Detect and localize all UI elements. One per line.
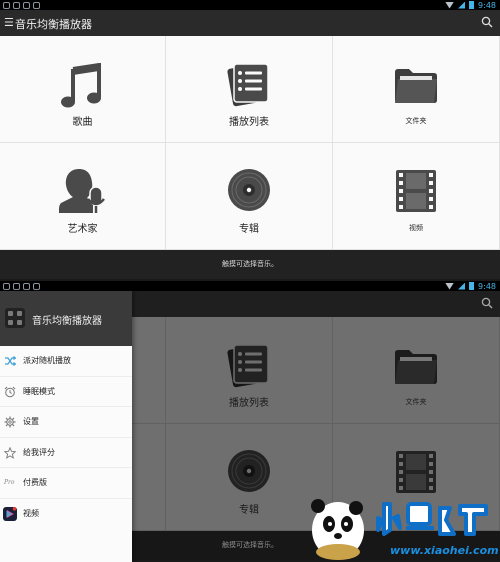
drawer-item-paid-version[interactable]: Pro 付费版 bbox=[0, 468, 132, 499]
signal-icon bbox=[458, 1, 466, 9]
folder-icon bbox=[395, 350, 437, 384]
drawer-item-label: 给我评分 bbox=[23, 447, 55, 457]
library-grid: 歌曲 播放列表 文件夹 艺术家 专辑 视频 bbox=[0, 36, 500, 250]
xiaohei-watermark-logo: www.xiaohei.com bbox=[311, 499, 498, 560]
wifi-icon bbox=[445, 282, 455, 290]
notification-icon bbox=[33, 1, 40, 9]
clock: 9:48 bbox=[478, 281, 496, 291]
tile-playlists[interactable]: 播放列表 bbox=[166, 36, 333, 143]
drawer-item-label: 视频 bbox=[23, 508, 39, 518]
app-bar: ☰ 音乐均衡播放器 bbox=[0, 10, 500, 36]
tile-label: 文件夹 bbox=[405, 398, 427, 406]
tile-songs[interactable]: 歌曲 bbox=[0, 36, 166, 143]
playlist-icon bbox=[227, 63, 269, 107]
video-film-icon bbox=[396, 170, 436, 212]
drawer-item-label: 睡眠模式 bbox=[23, 386, 55, 396]
app-logo-icon bbox=[5, 308, 25, 328]
drawer-item-label: 设置 bbox=[23, 417, 39, 426]
tile-label: 视频 bbox=[409, 224, 423, 232]
drawer-title: 音乐均衡播放器 bbox=[32, 316, 102, 327]
drawer-item-settings[interactable]: 设置 bbox=[0, 407, 132, 438]
tile-label: 播放列表 bbox=[229, 117, 269, 128]
folder-icon bbox=[395, 69, 437, 103]
shuffle-icon bbox=[5, 356, 16, 366]
tile-label: 文件夹 bbox=[405, 117, 427, 125]
drawer-item-video[interactable]: 视频 bbox=[0, 499, 132, 530]
tile-label: 歌曲 bbox=[72, 117, 93, 128]
notification-icon bbox=[23, 282, 30, 290]
artist-icon bbox=[58, 169, 105, 213]
drawer-item-sleep-mode[interactable]: 睡眠模式 bbox=[0, 377, 132, 407]
video-film-icon bbox=[396, 451, 436, 493]
playlist-icon bbox=[227, 344, 269, 388]
tile-playlists[interactable]: 播放列表 bbox=[166, 317, 333, 424]
search-icon[interactable] bbox=[481, 297, 493, 309]
album-disc-icon bbox=[228, 169, 270, 211]
drawer-screen: 9:48 播放列表 文件夹 专辑 触摸可选择音乐。 音乐均衡播放器 派对随机播放… bbox=[0, 281, 500, 562]
navigation-drawer: 音乐均衡播放器 派对随机播放 睡眠模式 设置 给我评分 Pro 付费版 视频 bbox=[0, 291, 132, 562]
notification-icon bbox=[3, 282, 10, 290]
tile-albums[interactable]: 专辑 bbox=[166, 143, 333, 250]
tile-videos[interactable]: 视频 bbox=[333, 143, 500, 250]
status-bar: 9:48 bbox=[0, 0, 500, 10]
search-icon[interactable] bbox=[481, 16, 493, 28]
clock: 9:48 bbox=[478, 0, 496, 10]
notification-icon bbox=[23, 1, 30, 9]
album-disc-icon bbox=[228, 450, 270, 492]
tile-folders[interactable]: 文件夹 bbox=[333, 36, 500, 143]
tile-folders[interactable]: 文件夹 bbox=[333, 317, 500, 424]
tile-label: 播放列表 bbox=[229, 398, 269, 409]
drawer-item-rate-me[interactable]: 给我评分 bbox=[0, 438, 132, 468]
notification-icon bbox=[3, 1, 10, 9]
tile-label: 艺术家 bbox=[67, 224, 98, 235]
notification-icon bbox=[33, 282, 40, 290]
alarm-clock-icon bbox=[4, 386, 16, 397]
watermark-url: www.xiaohei.com bbox=[390, 544, 498, 557]
battery-icon bbox=[469, 1, 475, 9]
menu-icon[interactable]: ☰ bbox=[4, 16, 14, 29]
notification-icon bbox=[13, 1, 20, 9]
wifi-icon bbox=[445, 1, 455, 9]
signal-icon bbox=[458, 282, 466, 290]
hint-bar: 触摸可选择音乐。 bbox=[0, 250, 500, 279]
main-screen: 9:48 ☰ 音乐均衡播放器 歌曲 播放列表 文件夹 艺术家 专辑 视频 触摸可… bbox=[0, 0, 500, 280]
star-icon bbox=[4, 446, 16, 459]
tile-artists[interactable]: 艺术家 bbox=[0, 143, 166, 250]
battery-icon bbox=[469, 282, 475, 290]
app-title: 音乐均衡播放器 bbox=[15, 18, 92, 31]
notification-icon bbox=[13, 282, 20, 290]
gear-icon bbox=[4, 416, 16, 428]
tile-label: 专辑 bbox=[239, 224, 259, 235]
video-app-icon bbox=[3, 506, 17, 521]
pro-icon: Pro bbox=[4, 479, 15, 486]
drawer-item-party-shuffle[interactable]: 派对随机播放 bbox=[0, 346, 132, 377]
status-bar: 9:48 bbox=[0, 281, 500, 291]
drawer-header: 音乐均衡播放器 bbox=[0, 291, 132, 346]
music-note-icon bbox=[60, 63, 101, 108]
drawer-item-label: 付费版 bbox=[23, 478, 47, 487]
drawer-item-label: 派对随机播放 bbox=[23, 356, 71, 365]
